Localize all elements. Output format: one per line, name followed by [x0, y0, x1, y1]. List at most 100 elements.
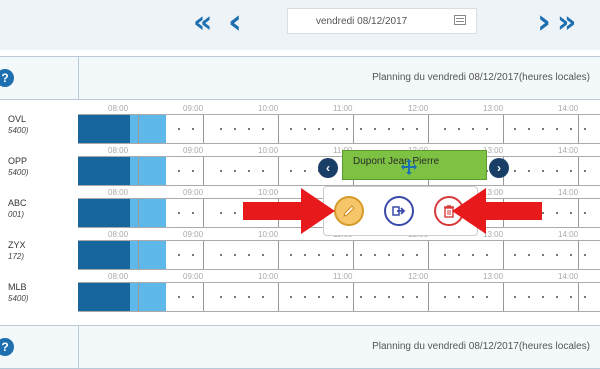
quarter-tick: [584, 296, 586, 298]
booked-slot-light[interactable]: [130, 283, 166, 311]
quarter-tick: [416, 296, 418, 298]
hour-label: 13:00: [483, 104, 504, 113]
booked-slot-dark[interactable]: [78, 115, 130, 143]
quarter-tick: [472, 254, 474, 256]
next-day-icon[interactable]: ›: [537, 2, 551, 42]
date-field-value[interactable]: vendredi 08/12/2017: [316, 16, 407, 27]
quarter-tick: [402, 128, 404, 130]
timeline-grid[interactable]: [78, 282, 600, 312]
booked-slot-dark[interactable]: [78, 199, 130, 227]
event-block[interactable]: Dupont Jean Pierre: [342, 150, 487, 180]
timeline-grid[interactable]: [78, 156, 600, 186]
quarter-tick: [570, 128, 572, 130]
quarter-tick: [486, 128, 488, 130]
timeline-grid[interactable]: [78, 240, 600, 270]
quarter-tick: [304, 296, 306, 298]
hour-gridline: [428, 241, 429, 269]
booked-slot-light[interactable]: [130, 199, 166, 227]
quarter-tick: [192, 296, 194, 298]
quarter-tick: [556, 212, 558, 214]
hour-label: 08:00: [108, 230, 129, 239]
resource-code: OVL: [8, 114, 27, 124]
hour-label: 12:00: [408, 272, 429, 281]
hour-gridline: [278, 241, 279, 269]
date-picker[interactable]: vendredi 08/12/2017: [287, 8, 477, 34]
move-icon[interactable]: [401, 159, 417, 175]
calendar-icon[interactable]: [454, 15, 466, 25]
quarter-tick: [178, 128, 180, 130]
event-next-icon[interactable]: ›: [489, 158, 509, 178]
quarter-tick: [220, 128, 222, 130]
help-icon[interactable]: ?: [0, 338, 14, 356]
quarter-tick: [360, 254, 362, 256]
resource-id: 5400): [8, 126, 29, 135]
booked-slot-light[interactable]: [130, 157, 166, 185]
booked-slot-dark[interactable]: [78, 157, 130, 185]
quarter-tick: [192, 128, 194, 130]
quarter-tick: [346, 296, 348, 298]
quarter-tick: [528, 296, 530, 298]
quarter-tick: [584, 128, 586, 130]
quarter-tick: [444, 254, 446, 256]
hour-label: 13:00: [483, 272, 504, 281]
quarter-tick: [220, 296, 222, 298]
hour-label: 08:00: [108, 188, 129, 197]
quarter-tick: [262, 128, 264, 130]
hour-label: 11:00: [333, 272, 353, 281]
quarter-tick: [374, 296, 376, 298]
quarter-tick: [416, 128, 418, 130]
quarter-tick: [556, 128, 558, 130]
quarter-tick: [570, 296, 572, 298]
resource-id: 001): [8, 210, 25, 219]
booked-slot-dark[interactable]: [78, 283, 130, 311]
quarter-tick: [234, 128, 236, 130]
quarter-tick: [332, 296, 334, 298]
hour-gridline: [203, 115, 204, 143]
edit-button[interactable]: [334, 196, 364, 226]
hour-gridline: [503, 283, 504, 311]
hour-gridline: [203, 157, 204, 185]
quarter-tick: [388, 296, 390, 298]
quarter-tick: [374, 254, 376, 256]
previous-week-icon[interactable]: «: [193, 5, 212, 40]
previous-day-icon[interactable]: ‹: [228, 2, 242, 42]
timeline-grid[interactable]: [78, 114, 600, 144]
quarter-tick: [458, 128, 460, 130]
booked-slot-dark[interactable]: [78, 241, 130, 269]
resource-row: ZYX172)08:0009:0010:0011:0012:0013:0014:…: [0, 230, 600, 272]
hour-gridline: [278, 283, 279, 311]
quarter-tick: [360, 296, 362, 298]
planning-header: ? Planning du vendredi 08/12/2017(heures…: [0, 56, 600, 100]
hour-gridline: [428, 283, 429, 311]
hour-gridline: [203, 283, 204, 311]
resource-row: OVL 5400) 08:00 09:00 10:00 11:00 12:00 13:00 14…: [0, 104, 600, 146]
quarter-tick: [416, 254, 418, 256]
quarter-tick: [234, 170, 236, 172]
quarter-tick: [542, 128, 544, 130]
hour-label: 14:00: [558, 188, 579, 197]
hour-labels: 08:00 09:00 10:00 11:00 12:00 13:00 14:00: [78, 104, 600, 114]
quarter-tick: [248, 170, 250, 172]
resource-id: 172): [8, 252, 25, 261]
next-week-icon[interactable]: »: [557, 5, 576, 40]
hour-label: 14:00: [558, 230, 579, 239]
quarter-tick: [570, 254, 572, 256]
event-previous-icon[interactable]: ‹: [318, 158, 338, 178]
quarter-tick: [472, 128, 474, 130]
quarter-tick: [346, 254, 348, 256]
booked-slot-light[interactable]: [130, 241, 166, 269]
quarter-tick: [178, 254, 180, 256]
quarter-tick: [332, 128, 334, 130]
hour-gridline: [203, 199, 204, 227]
hour-gridline: [578, 157, 579, 185]
quarter-tick: [346, 128, 348, 130]
export-button[interactable]: [384, 196, 414, 226]
hour-label: 14:00: [558, 146, 579, 155]
quarter-tick: [304, 254, 306, 256]
booked-slot-light[interactable]: [130, 115, 166, 143]
quarter-tick: [584, 170, 586, 172]
help-icon[interactable]: ?: [0, 69, 14, 87]
hour-gridline: [578, 115, 579, 143]
quarter-tick: [192, 212, 194, 214]
resource-id: 5400): [8, 294, 29, 303]
